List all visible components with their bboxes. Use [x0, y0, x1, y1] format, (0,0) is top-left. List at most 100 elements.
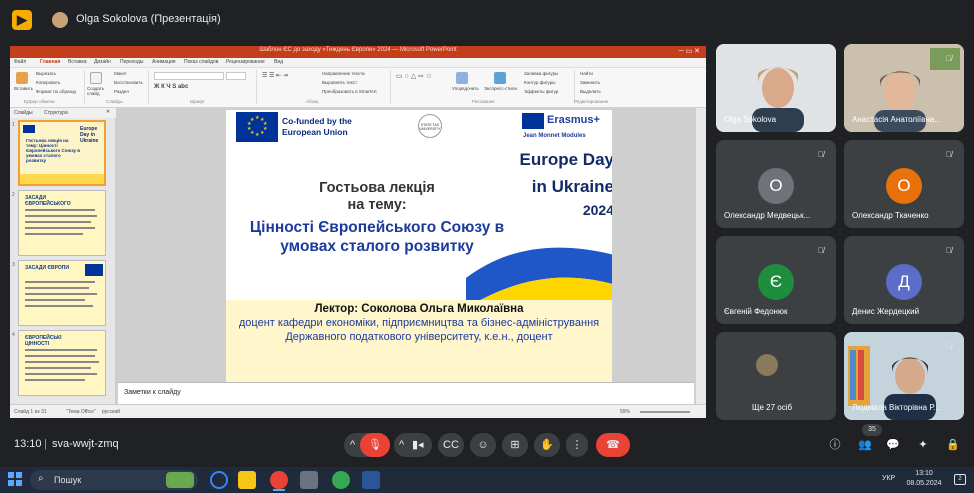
- word-icon[interactable]: [362, 471, 380, 489]
- paste-button[interactable]: Вставить: [14, 86, 33, 91]
- replace-button[interactable]: Заменить: [580, 80, 600, 85]
- format-painter-button[interactable]: Формат по образцу: [36, 89, 76, 94]
- tab-slideshow[interactable]: Показ слайдов: [184, 59, 218, 65]
- slide-thumbnail[interactable]: ЄВРОПЕЙСЬКІ ЦІННОСТІ: [18, 330, 106, 396]
- close-pane-icon[interactable]: ✕: [106, 109, 110, 115]
- raise-hand-button[interactable]: ✋: [534, 433, 560, 457]
- tab-home[interactable]: Главная: [40, 59, 60, 65]
- section-button[interactable]: Раздел: [114, 89, 129, 94]
- thumb-text-line: [25, 287, 89, 289]
- eu-flag-icon: [23, 125, 35, 133]
- chat-icon[interactable]: 💬: [884, 436, 902, 454]
- search-highlight-icon: [166, 472, 194, 488]
- participant-tile[interactable]: 🎙̸ Olga Sokolova: [716, 44, 836, 132]
- activities-icon[interactable]: ✦: [914, 436, 932, 454]
- notes-label: Заметки к слайду: [124, 389, 181, 396]
- tab-animation[interactable]: Анимация: [152, 59, 175, 65]
- shape-outline-button[interactable]: Контур фигуры: [524, 80, 555, 85]
- window-controls-icon[interactable]: ─ ▭ ✕: [679, 47, 700, 55]
- windows-start-icon[interactable]: [8, 472, 22, 486]
- find-button[interactable]: Найти: [580, 71, 593, 76]
- present-button[interactable]: ⊞: [502, 433, 528, 457]
- separator: |: [44, 438, 47, 450]
- chevron-up-icon[interactable]: ^: [399, 433, 404, 457]
- notes-pane[interactable]: Заметки к слайду: [118, 382, 694, 404]
- eu-flag-icon: [85, 264, 103, 276]
- participant-tile[interactable]: 🎙̸ О Олександр Медвецьк...: [716, 140, 836, 228]
- more-participants-tile[interactable]: Ще 27 осіб: [716, 332, 836, 420]
- info-icon[interactable]: ⓘ: [826, 436, 844, 454]
- chevron-up-icon[interactable]: ^: [350, 433, 355, 457]
- reset-button[interactable]: Восстановить: [114, 80, 143, 85]
- emoji-button[interactable]: ☺: [470, 433, 496, 457]
- smartart-button[interactable]: Преобразовать в SmartArt: [322, 89, 377, 94]
- host-controls-icon[interactable]: 🔒: [944, 436, 962, 454]
- tab-slides[interactable]: Слайды: [14, 110, 33, 116]
- tab-design[interactable]: Дизайн: [94, 59, 111, 65]
- chrome-profile-icon[interactable]: [332, 471, 350, 489]
- system-clock[interactable]: 13:10 08.05.2024: [904, 469, 944, 489]
- avatar: О: [758, 168, 794, 204]
- bold-italic-underline-icon[interactable]: Ж К Ч S abc: [154, 84, 188, 90]
- text-direction-button[interactable]: Направление текста: [322, 71, 365, 76]
- participant-tile[interactable]: 🎙̸ О Олександр Ткаченко: [844, 140, 964, 228]
- avatar: [756, 354, 778, 376]
- keyboard-language[interactable]: УКР: [882, 475, 895, 482]
- slide-thumbnail[interactable]: ЗАСАДИ ЄВРОПЕЙСЬКОГО: [18, 190, 106, 256]
- tab-transitions[interactable]: Переходы: [120, 59, 143, 65]
- shapes-gallery-icon[interactable]: ▭ ○ △ ⇨ ☆: [396, 72, 432, 80]
- vertical-scrollbar[interactable]: [696, 108, 706, 404]
- file-explorer-icon[interactable]: [238, 471, 256, 489]
- font-name-select[interactable]: [154, 72, 224, 80]
- thumb-title: Гостьова лекція на тему: Цінності Європе…: [26, 138, 80, 163]
- new-slide-icon[interactable]: [90, 72, 102, 84]
- shape-fill-button[interactable]: Заливка фигуры: [524, 71, 558, 76]
- notification-icon[interactable]: 2: [954, 474, 966, 485]
- tab-outline[interactable]: Структура: [44, 110, 68, 116]
- app-icon[interactable]: [300, 471, 318, 489]
- captions-button[interactable]: CC: [438, 433, 464, 457]
- quick-styles-icon[interactable]: [494, 72, 506, 84]
- new-slide-button[interactable]: Создать слайд: [87, 86, 107, 96]
- chrome-icon[interactable]: [270, 471, 288, 489]
- task-view-icon[interactable]: [210, 471, 228, 489]
- cut-button[interactable]: Вырезать: [36, 71, 56, 76]
- tab-view[interactable]: Вид: [274, 59, 283, 65]
- align-text-button[interactable]: Выровнять текст: [322, 80, 357, 85]
- slide-thumbnail[interactable]: Гостьова лекція на тему: Цінності Європе…: [18, 120, 106, 186]
- zoom-slider[interactable]: [640, 411, 690, 413]
- tab-review[interactable]: Рецензирование: [226, 59, 265, 65]
- participant-tile[interactable]: 🎙̸ Д Денис Жердецкий: [844, 236, 964, 324]
- people-icon[interactable]: 👥: [856, 436, 874, 454]
- more-options-button[interactable]: ⋮: [566, 433, 588, 457]
- quick-styles-button[interactable]: Экспресс-стили: [484, 86, 517, 91]
- slide-thumbnail[interactable]: ЗАСАДИ ЄВРОПИ: [18, 260, 106, 326]
- camera-button[interactable]: ▮◂: [412, 433, 424, 457]
- tab-file[interactable]: Файл: [14, 59, 26, 65]
- copy-button[interactable]: Копировать: [36, 80, 60, 85]
- tab-insert[interactable]: Вставка: [68, 59, 87, 65]
- meeting-code[interactable]: sva-wwjt-zmq: [52, 438, 119, 450]
- current-slide[interactable]: ★ ★ ★ ★ ★ ★ ★ ★ ★ ★ Co-funded by the European U…: [226, 110, 612, 382]
- group-slides-label: Слайды: [106, 99, 123, 104]
- taskbar-search[interactable]: ⌕ Пошук: [30, 470, 198, 490]
- shape-effects-button[interactable]: Эффекты фигур: [524, 89, 558, 94]
- mic-off-icon: 🎙̸: [818, 150, 824, 159]
- clock-time: 13:10: [915, 470, 933, 477]
- font-size-select[interactable]: [226, 72, 246, 80]
- participant-tile[interactable]: 🎙̸ Анастасія Анатоліївна...: [844, 44, 964, 132]
- ribbon-divider: [256, 70, 257, 104]
- select-button[interactable]: Выделить: [580, 89, 601, 94]
- theme-name: "Тема Office": [66, 409, 96, 415]
- bullets-icon[interactable]: ☰ ☰ ⇤ ⇥: [262, 72, 288, 79]
- mic-off-button[interactable]: 🎙: [360, 433, 390, 457]
- participant-tile[interactable]: 🎙̸ Людмила Вікторівна Р...: [844, 332, 964, 420]
- arrange-button[interactable]: Упорядочить: [452, 86, 479, 91]
- paste-icon[interactable]: [16, 72, 28, 84]
- leave-call-button[interactable]: ☎: [596, 433, 630, 457]
- thumb-text-line: [25, 209, 95, 211]
- layout-button[interactable]: Макет: [114, 71, 127, 76]
- thumb-number: 1: [12, 122, 15, 128]
- arrange-icon[interactable]: [456, 72, 468, 84]
- participant-tile[interactable]: 🎙̸ Є Євгеній Федонюк: [716, 236, 836, 324]
